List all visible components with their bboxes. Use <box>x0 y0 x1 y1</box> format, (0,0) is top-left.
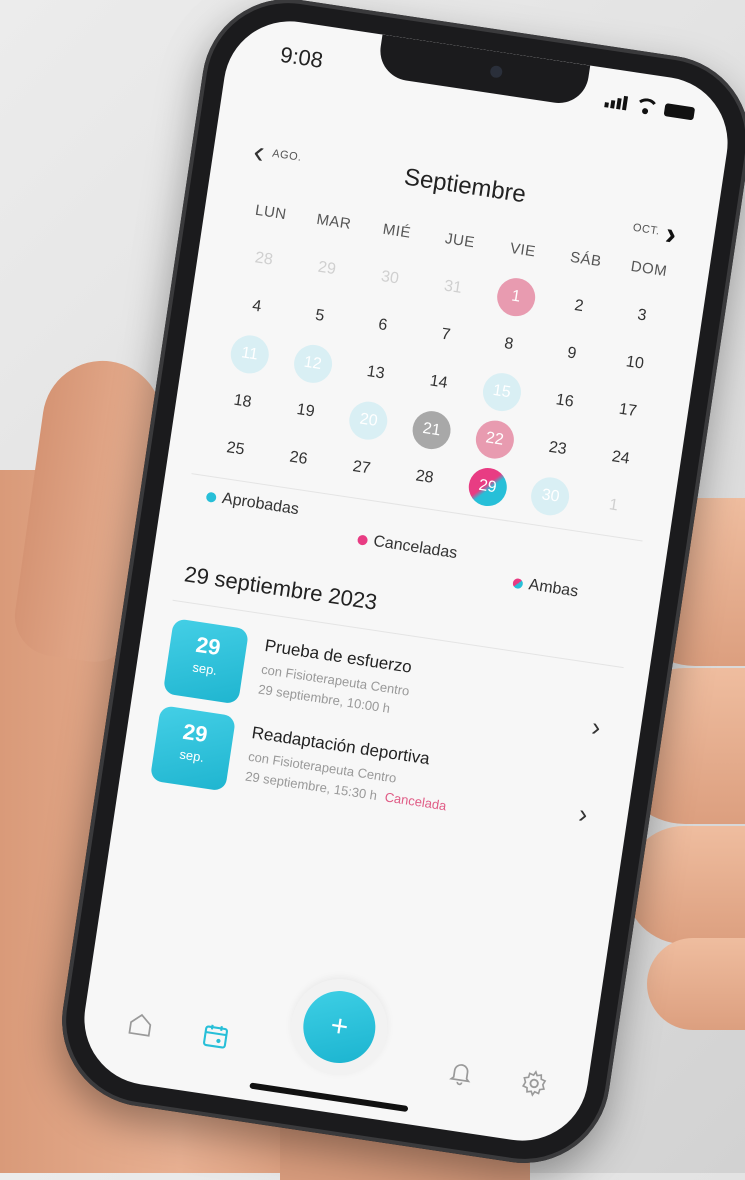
calendar-day[interactable]: 30 <box>515 468 585 525</box>
calendar-day-number: 13 <box>365 363 386 383</box>
tab-settings[interactable] <box>515 1064 554 1103</box>
calendar-day-number: 18 <box>232 391 253 412</box>
calendar-day-number: 2 <box>573 296 585 316</box>
selected-date-heading: 29 septiembre 2023 <box>182 561 379 615</box>
tab-home[interactable] <box>121 1005 160 1044</box>
calendar-day-number: 14 <box>428 372 449 392</box>
cancelled-dot <box>356 534 369 546</box>
calendar-day-number: 24 <box>610 448 631 468</box>
calendar-day[interactable]: 27 <box>326 440 396 497</box>
home-icon <box>128 1013 152 1037</box>
calendar-day-number: 3 <box>636 306 648 325</box>
legend-cancelled: Canceladas <box>356 530 458 563</box>
chevron-right-icon[interactable]: › <box>577 798 590 830</box>
legend-both: Ambas <box>512 574 580 602</box>
calendar-day-number: 29 <box>465 465 510 509</box>
next-month-label: OCT. <box>632 221 661 238</box>
phone-screen: 9:08 ‹ AGO. Septiembre OCT. › LUN MAR MIÉ J… <box>75 12 737 1150</box>
legend-both-label: Ambas <box>527 576 580 601</box>
calendar-day[interactable]: 29 <box>452 459 522 516</box>
calendar-day-number: 28 <box>414 467 435 487</box>
next-month-button[interactable]: OCT. › <box>631 212 679 252</box>
calendar-day-number: 30 <box>379 268 400 288</box>
legend-approved: Aprobadas <box>205 488 300 520</box>
calendar-day-number: 21 <box>409 408 454 452</box>
legend-cancelled-label: Canceladas <box>372 532 459 563</box>
calendar-day-number: 22 <box>472 417 517 462</box>
fab-container: + <box>284 972 394 1082</box>
calendar-day-number: 12 <box>291 342 335 386</box>
calendar-day-number: 11 <box>228 332 272 376</box>
phone: 9:08 ‹ AGO. Septiembre OCT. › LUN MAR MIÉ J… <box>50 0 745 1175</box>
calendar-day[interactable]: 1 <box>578 477 648 534</box>
calendar-day-number: 25 <box>225 439 246 459</box>
calendar-icon <box>203 1024 228 1049</box>
date-badge: 29 sep. <box>149 705 237 792</box>
legend-approved-label: Aprobadas <box>220 490 300 519</box>
chevron-right-icon: › <box>663 214 679 252</box>
finger <box>647 938 745 1030</box>
calendar-day-number: 31 <box>442 277 463 297</box>
calendar-day-number: 15 <box>480 370 524 414</box>
calendar-day-number: 30 <box>528 474 573 519</box>
calendar-day-number: 9 <box>566 344 578 363</box>
calendar-day-number: 26 <box>288 448 309 468</box>
calendar-day-number: 23 <box>547 438 568 459</box>
approved-dot <box>205 491 217 503</box>
tab-calendar[interactable] <box>196 1017 235 1056</box>
chevron-right-icon[interactable]: › <box>590 711 603 743</box>
calendar-day-number: 1 <box>494 275 538 319</box>
calendar-day-number: 28 <box>253 249 274 269</box>
calendar-day-number: 27 <box>351 457 372 478</box>
calendar-day-number: 10 <box>624 353 645 373</box>
calendar-day[interactable]: 26 <box>263 430 333 487</box>
both-dot <box>512 577 524 590</box>
tab-notifications[interactable] <box>442 1053 481 1092</box>
calendar-day-number: 20 <box>346 399 391 443</box>
gear-icon <box>521 1070 547 1097</box>
cancelled-status: Cancelada <box>383 789 448 814</box>
bell-icon <box>449 1064 471 1086</box>
status-time: 9:08 <box>278 41 325 73</box>
battery-icon <box>663 102 696 120</box>
calendar-day-number: 4 <box>251 297 263 316</box>
calendar-day-number: 29 <box>316 258 337 279</box>
wifi-icon <box>634 97 658 116</box>
calendar-day-number: 17 <box>617 400 638 421</box>
signal-icon <box>604 93 629 111</box>
status-icons <box>604 92 696 121</box>
calendar-grid: LUN MAR MIÉ JUE VIE SÁB DOM 28 29 30 31 1 2 3 4 5 6 7 8 9 1… <box>200 199 681 534</box>
date-badge: 29 sep. <box>162 618 250 705</box>
calendar-day-number: 5 <box>314 306 326 325</box>
calendar-day-number: 6 <box>377 316 389 335</box>
add-button[interactable]: + <box>298 986 381 1068</box>
calendar-day[interactable]: 28 <box>389 449 459 506</box>
calendar-day-number: 19 <box>295 401 316 421</box>
calendar-day-number: 16 <box>554 391 575 411</box>
calendar-day-number: 1 <box>607 496 620 515</box>
calendar-day-number: 7 <box>440 325 452 344</box>
calendar-day[interactable]: 25 <box>200 421 270 478</box>
calendar-day-number: 8 <box>503 335 515 354</box>
